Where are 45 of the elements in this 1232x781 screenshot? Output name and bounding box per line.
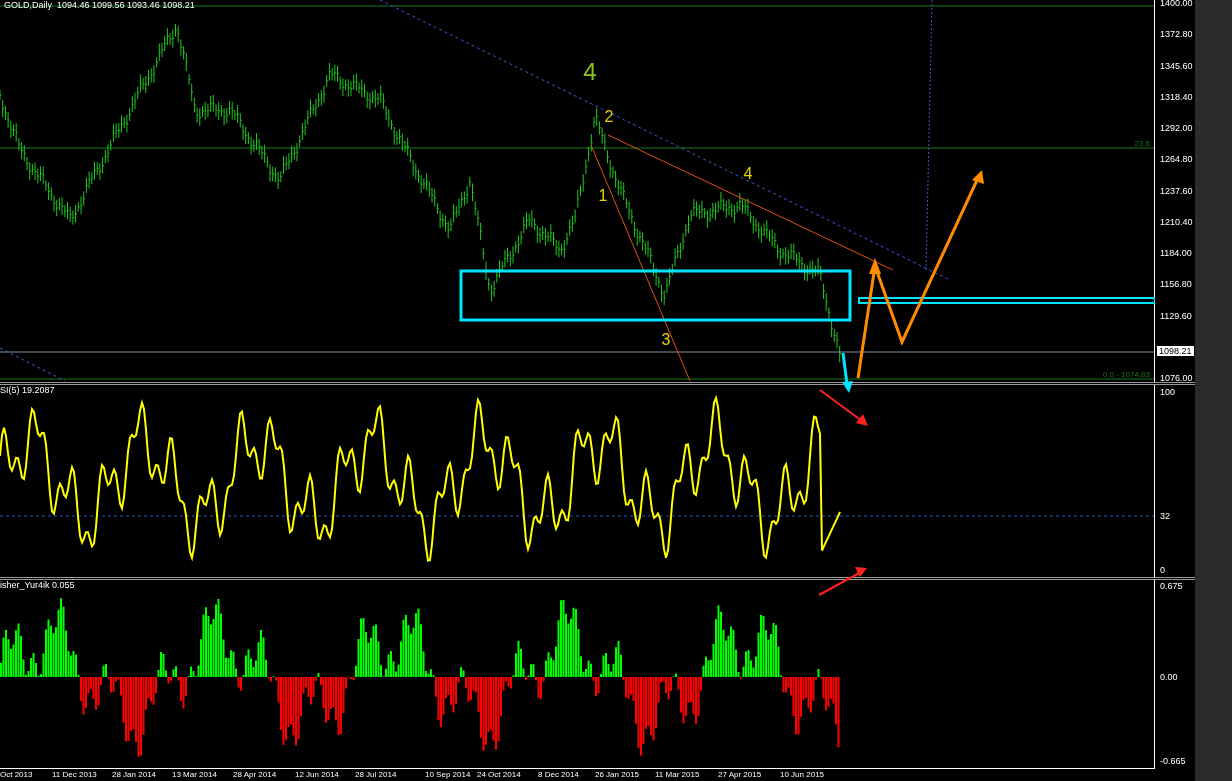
trend-line <box>0 347 66 382</box>
rsi-tick-label: 32 <box>1160 511 1170 521</box>
up-arrow <box>818 567 867 596</box>
date-label: 12 Jun 2014 <box>295 770 340 780</box>
current-price-tag: 1098.21 <box>1157 346 1194 356</box>
fib-level-label: 0.0 - 1074.83 <box>1102 370 1150 379</box>
wave-label: 2 <box>604 108 614 125</box>
indicator-title: isher_Yur4ik 0.055 <box>0 580 75 591</box>
date-label: 28 Apr 2014 <box>233 770 277 780</box>
date-label: Oct 2013 <box>0 770 33 780</box>
wave-label: 3 <box>661 331 671 348</box>
indicator-title: SI(5) 19.2087 <box>0 385 55 396</box>
price-tick-label: 1292.00 <box>1160 123 1193 133</box>
price-tick-label: 1372.80 <box>1160 29 1193 39</box>
date-label: 27 Apr 2015 <box>718 770 762 780</box>
rsi-tick-label: 100 <box>1160 387 1176 397</box>
price-tick-label: 1237.60 <box>1160 186 1193 196</box>
price-tick-label: 1184.00 <box>1160 248 1192 258</box>
price-tick-label: 1400.00 <box>1160 0 1193 8</box>
fisher-tick-label: 0.00 <box>1160 672 1178 682</box>
date-label: 10 Sep 2014 <box>425 770 471 780</box>
price-tick-label: 1076.00 <box>1160 373 1193 383</box>
date-label: 13 Mar 2014 <box>172 770 217 780</box>
price-tick-label: 1345.60 <box>1160 61 1193 71</box>
price-tick-label: 1318.40 <box>1160 92 1193 102</box>
fisher-tick-label: -0.665 <box>1160 756 1186 766</box>
wave-label: 4 <box>583 58 597 85</box>
fib-level-label: 23.6 <box>1134 139 1150 148</box>
price-tick-label: 1264.80 <box>1160 154 1193 164</box>
fisher-tick-label: 0.675 <box>1160 581 1183 591</box>
date-label: 8 Dec 2014 <box>538 770 579 780</box>
wave-label: 1 <box>598 187 608 204</box>
price-tick-label: 1129.60 <box>1160 311 1192 321</box>
date-label: 11 Dec 2013 <box>52 770 97 780</box>
date-label: 11 Mar 2015 <box>655 770 700 780</box>
price-tick-label: 1210.40 <box>1160 217 1193 227</box>
date-label: 24 Oct 2014 <box>477 770 521 780</box>
date-label: 28 Jan 2014 <box>112 770 157 780</box>
date-label: 10 Jun 2015 <box>780 770 825 780</box>
date-label: 28 Jul 2014 <box>355 770 397 780</box>
chart-header: GOLD,Daily 1094.46 1099.56 1093.46 1098.21 <box>4 0 195 10</box>
rsi-tick-label: 0 <box>1160 565 1165 575</box>
wave-label: 4 <box>743 165 753 182</box>
date-label: 26 Jan 2015 <box>595 770 640 780</box>
price-tick-label: 1156.80 <box>1160 279 1192 289</box>
